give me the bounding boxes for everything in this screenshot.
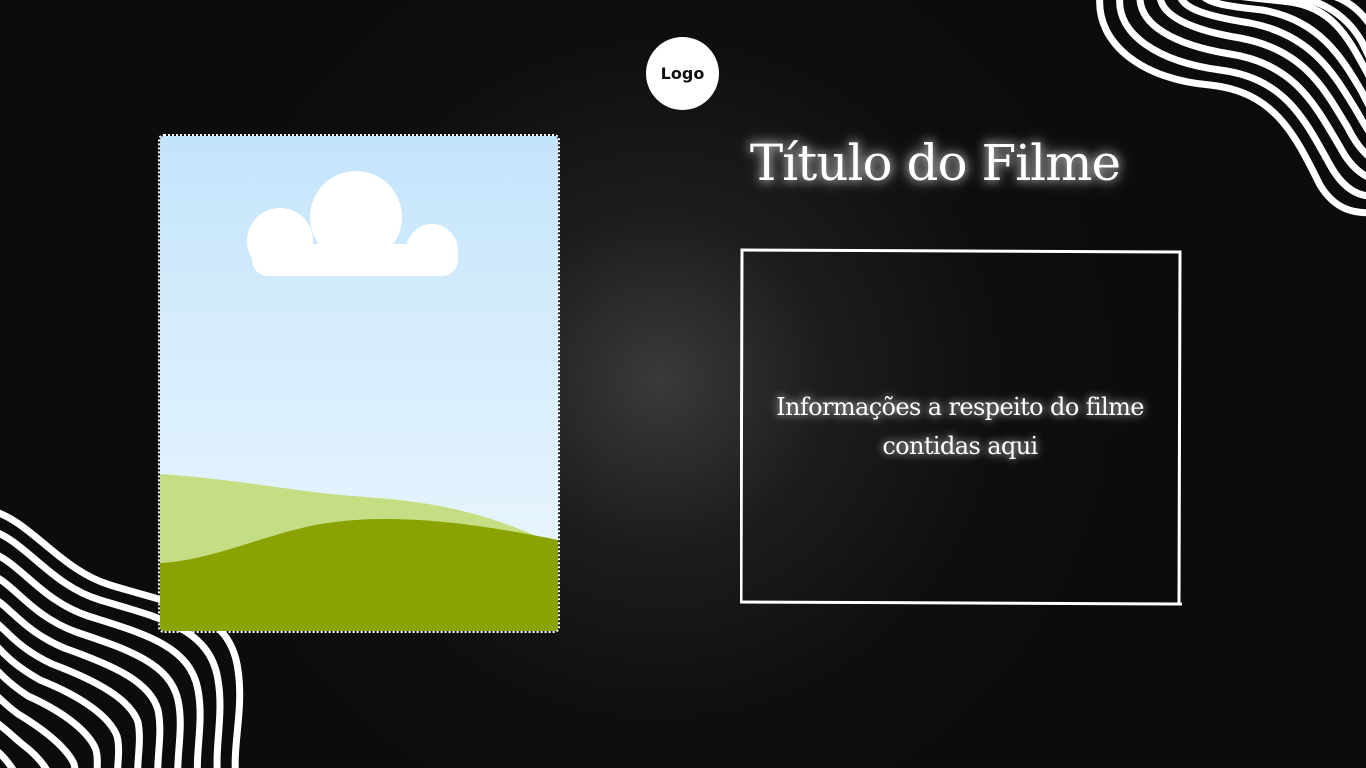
logo-badge[interactable]: Logo	[646, 37, 719, 110]
logo-label: Logo	[660, 64, 705, 83]
movie-title: Título do Filme	[749, 134, 1121, 192]
movie-info-text: Informações a respeito do filme contidas…	[776, 393, 1144, 460]
movie-poster-placeholder[interactable]	[158, 134, 560, 633]
image-placeholder-icon	[160, 136, 558, 631]
